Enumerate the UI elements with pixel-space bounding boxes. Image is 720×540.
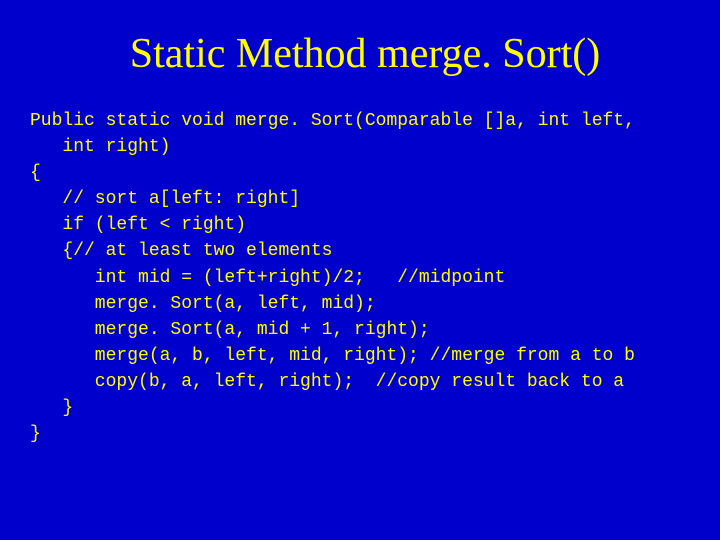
code-line: merge. Sort(a, left, mid); <box>30 294 376 314</box>
code-block: Public static void merge. Sort(Comparabl… <box>30 108 700 447</box>
code-line: {// at least two elements <box>30 241 332 261</box>
code-line: merge. Sort(a, mid + 1, right); <box>30 320 430 340</box>
slide-container: Static Method merge. Sort() Public stati… <box>0 0 720 540</box>
code-line: } <box>30 424 41 444</box>
slide-title: Static Method merge. Sort() <box>30 30 700 78</box>
code-line: int right) <box>30 137 170 157</box>
code-line: // sort a[left: right] <box>30 189 300 209</box>
code-line: merge(a, b, left, mid, right); //merge f… <box>30 346 635 366</box>
code-line: if (left < right) <box>30 215 246 235</box>
code-line: Public static void merge. Sort(Comparabl… <box>30 111 635 131</box>
code-line: copy(b, a, left, right); //copy result b… <box>30 372 624 392</box>
code-line: int mid = (left+right)/2; //midpoint <box>30 268 505 288</box>
code-line: } <box>30 398 73 418</box>
code-line: { <box>30 163 41 183</box>
